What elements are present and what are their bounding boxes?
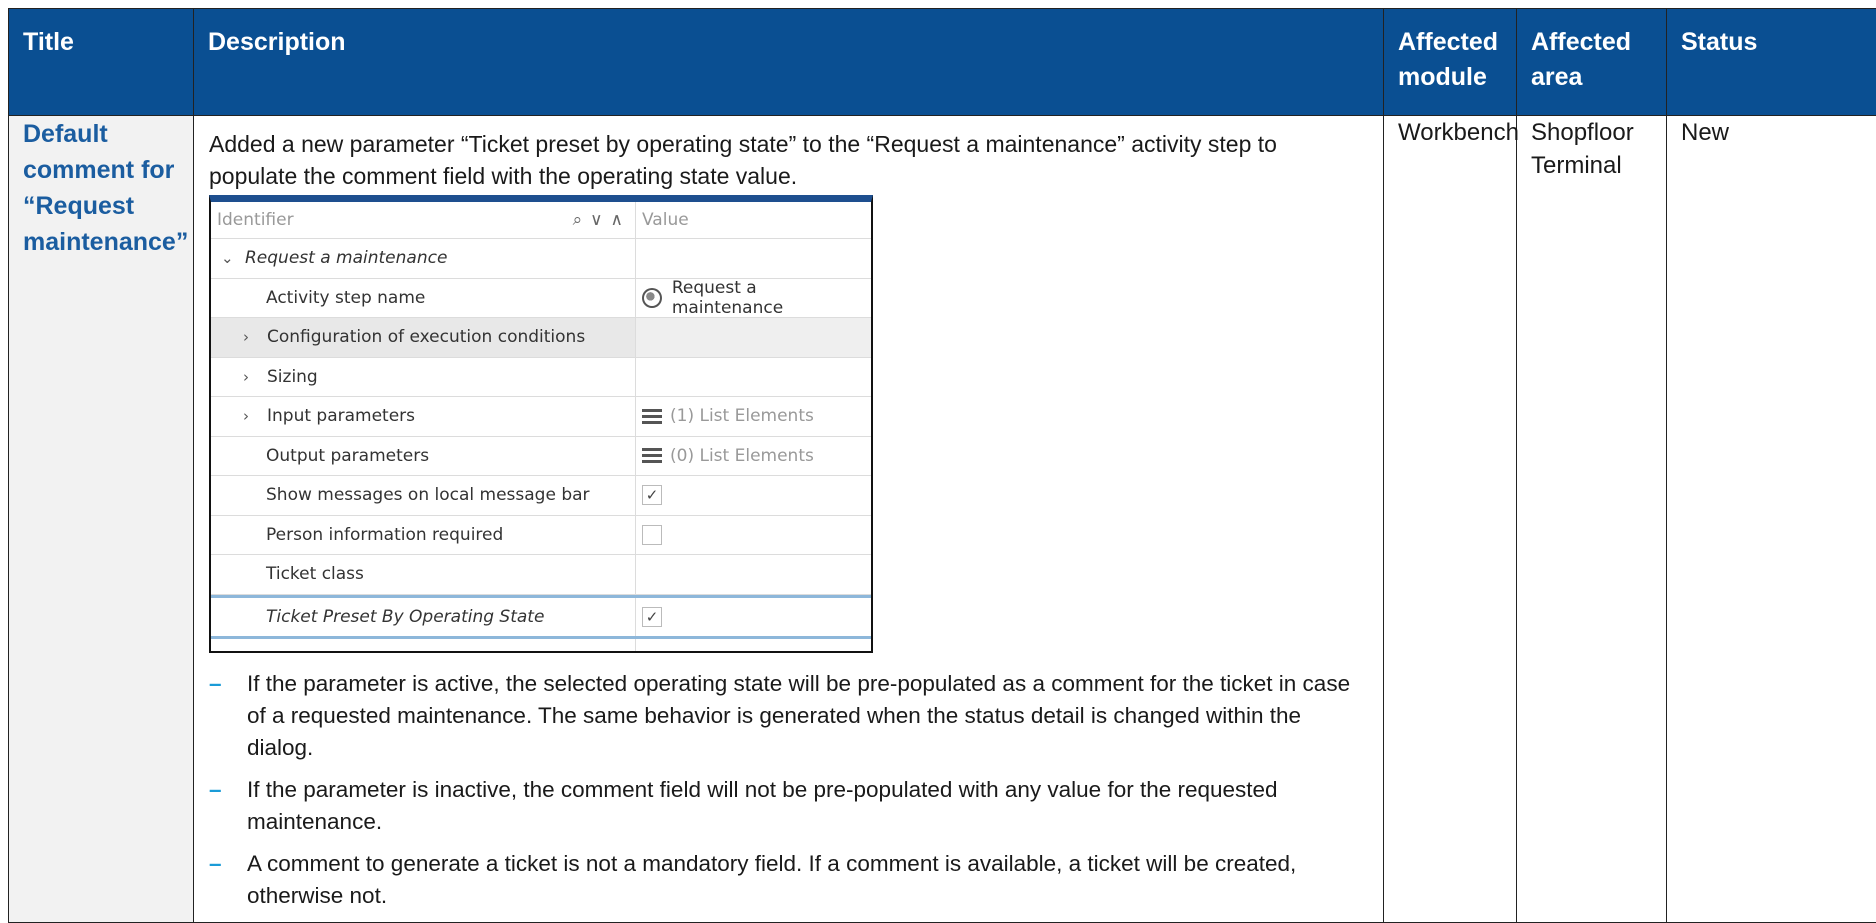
chevron-up-icon: ∧	[611, 210, 623, 230]
param-row-activity-name: Activity step name Request a maintenance	[211, 279, 871, 319]
param-row-exec-conditions: ›Configuration of execution conditions	[211, 318, 871, 358]
param-row-sizing: ›Sizing	[211, 358, 871, 398]
chevron-right-icon: ›	[243, 368, 267, 386]
header-status: Status	[1667, 9, 1876, 116]
bullet-item: –A comment to generate a ticket is not a…	[209, 848, 1367, 912]
param-row-ticket-class: Ticket class	[211, 555, 871, 595]
row-status: New	[1667, 116, 1876, 923]
row-affected-module: Workbench	[1384, 116, 1517, 923]
param-row-ticket-preset: Ticket Preset By Operating State ✓	[211, 595, 871, 640]
description-intro: Added a new parameter “Ticket preset by …	[209, 128, 1367, 192]
row-description: Added a new parameter “Ticket preset by …	[194, 116, 1384, 923]
header-affected-area: Affected area	[1517, 9, 1667, 116]
chevron-right-icon: ›	[243, 407, 267, 425]
param-row-output-params: Output parameters (0) List Elements	[211, 437, 871, 477]
dash-bullet-icon: –	[209, 774, 231, 806]
header-title: Title	[9, 9, 194, 116]
param-row-input-params: ›Input parameters (1) List Elements	[211, 397, 871, 437]
list-icon	[642, 448, 662, 463]
group-label: Request a maintenance	[245, 248, 447, 268]
bullet-item: –If the parameter is inactive, the comme…	[209, 774, 1367, 838]
release-notes-table: Title Description Affected module Affect…	[8, 8, 1876, 923]
chevron-right-icon: ›	[243, 328, 267, 346]
globe-icon	[642, 288, 662, 308]
checkbox-ticket-preset: ✓	[642, 607, 662, 627]
bullet-item: –If the parameter is active, the selecte…	[209, 668, 1367, 764]
param-group-row: ⌄Request a maintenance	[211, 239, 871, 279]
dash-bullet-icon: –	[209, 668, 231, 700]
header-affected-module: Affected module	[1384, 9, 1517, 116]
checkbox-person-info	[642, 525, 662, 545]
dash-bullet-icon: –	[209, 848, 231, 880]
search-icon: ⌕	[573, 210, 583, 230]
checkbox-show-messages: ✓	[642, 485, 662, 505]
table-row: Default comment for “Request maintenance…	[9, 116, 1876, 923]
col-value-label: Value	[636, 202, 871, 238]
param-row-show-messages: Show messages on local message bar ✓	[211, 476, 871, 516]
param-row-spacer	[211, 639, 871, 651]
header-row: Title Description Affected module Affect…	[9, 9, 1876, 116]
list-icon	[642, 409, 662, 424]
parameter-screenshot: Identifier ⌕ ∨ ∧ Value ⌄Request a mainte…	[209, 195, 873, 653]
header-description: Description	[194, 9, 1384, 116]
chevron-down-icon: ⌄	[221, 249, 245, 267]
col-identifier-label: Identifier	[217, 210, 294, 230]
param-header-row: Identifier ⌕ ∨ ∧ Value	[211, 202, 871, 239]
row-title: Default comment for “Request maintenance…	[9, 116, 194, 923]
behavior-bullet-list: –If the parameter is active, the selecte…	[209, 668, 1367, 912]
param-row-person-info: Person information required	[211, 516, 871, 556]
row-affected-area: Shopfloor Terminal	[1517, 116, 1667, 923]
chevron-down-icon: ∨	[590, 210, 602, 230]
